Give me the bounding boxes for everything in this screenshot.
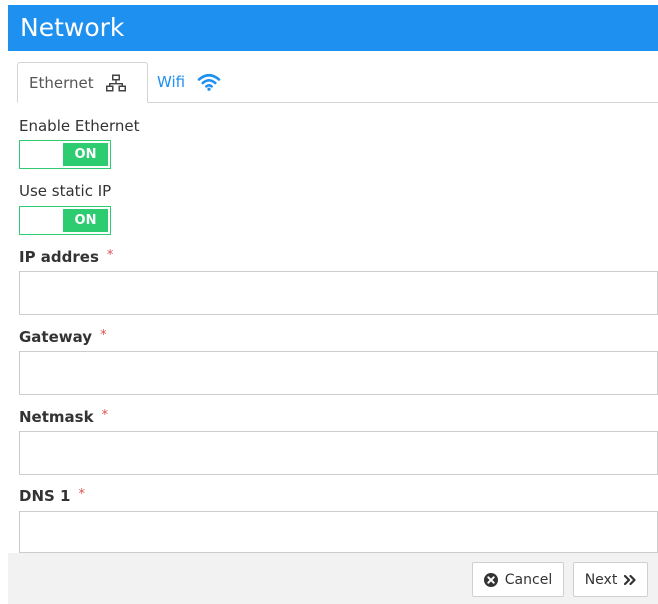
double-chevron-right-icon [624, 574, 636, 585]
netmask-label: Netmask * [19, 408, 108, 426]
use-static-ip-toggle[interactable]: ON [19, 206, 111, 235]
tab-wifi-label: Wifi [157, 73, 186, 91]
use-static-ip-label-text: Use static IP [19, 182, 112, 200]
cancel-icon [483, 572, 498, 587]
dns1-label: DNS 1 * [19, 487, 85, 505]
tab-bar: Ethernet Wifi [17, 62, 658, 103]
page-header: Network [8, 5, 658, 51]
network-icon [105, 74, 126, 92]
ip-address-input[interactable] [19, 271, 658, 315]
tab-wifi[interactable]: Wifi [157, 62, 247, 102]
cancel-button[interactable]: Cancel [472, 562, 564, 597]
ip-address-label: IP addres * [19, 248, 113, 266]
dialog-footer: Cancel Next [8, 553, 658, 604]
gateway-label-text: Gateway [19, 328, 93, 346]
gateway-input[interactable] [19, 351, 658, 395]
required-mark: * [100, 328, 107, 343]
dns1-input[interactable] [19, 511, 658, 553]
next-button-label: Next [584, 571, 618, 588]
required-mark: * [78, 487, 85, 502]
toggle-knob [20, 207, 65, 234]
netmask-input[interactable] [19, 431, 658, 475]
required-mark: * [106, 248, 114, 263]
dns1-label-text: DNS 1 [19, 487, 71, 505]
enable-ethernet-label: Enable Ethernet [19, 117, 139, 135]
gateway-label: Gateway * [19, 328, 107, 346]
page-title: Network [20, 13, 125, 42]
cancel-button-label: Cancel [504, 571, 553, 588]
wifi-icon [197, 73, 221, 91]
use-static-ip-label: Use static IP [19, 182, 111, 200]
toggle-state: ON [63, 143, 108, 166]
ip-address-label-text: IP addres [19, 248, 99, 266]
tab-ethernet[interactable]: Ethernet [17, 62, 148, 103]
enable-ethernet-toggle[interactable]: ON [19, 140, 111, 169]
tab-ethernet-label: Ethernet [29, 73, 94, 92]
next-button[interactable]: Next [573, 562, 648, 597]
enable-ethernet-label-text: Enable Ethernet [19, 117, 140, 135]
toggle-state: ON [63, 209, 108, 232]
required-mark: * [101, 408, 109, 423]
toggle-knob [20, 141, 65, 168]
netmask-label-text: Netmask [19, 408, 94, 426]
